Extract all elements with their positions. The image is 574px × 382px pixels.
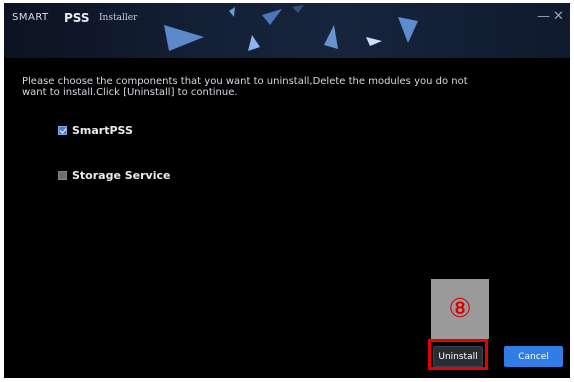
brand-installer: Installer (99, 13, 138, 23)
decor-triangle (262, 9, 282, 25)
instructions-text: Please choose the components that you wa… (22, 76, 468, 98)
close-icon[interactable]: ✕ (553, 9, 564, 24)
checkbox-unchecked-icon[interactable] (58, 170, 67, 180)
component-storage-service[interactable]: Storage Service (58, 168, 170, 182)
title-bar[interactable]: SMART PSS Installer — ✕ (4, 3, 570, 58)
checkbox-checked-icon[interactable] (58, 125, 67, 135)
step-marker: ⑧ (448, 294, 472, 324)
decor-triangle (366, 37, 382, 46)
uninstall-highlight-box (428, 339, 488, 370)
decor-triangle (229, 7, 235, 17)
component-label: SmartPSS (72, 123, 133, 137)
brand-smart: SMART (12, 12, 49, 23)
step-callout: ⑧ (431, 279, 489, 339)
brand-pss: PSS (64, 11, 90, 25)
decor-triangle (248, 35, 260, 51)
decor-triangle (398, 17, 418, 43)
installer-window: SMART PSS Installer — ✕ Please choose th… (4, 3, 570, 378)
cancel-button[interactable]: Cancel (504, 346, 563, 367)
decor-triangle (164, 25, 204, 51)
decor-triangle (324, 25, 338, 49)
component-smartpss[interactable]: SmartPSS (58, 123, 133, 137)
minimize-icon[interactable]: — (537, 9, 550, 24)
decor-triangle (292, 5, 304, 13)
component-label: Storage Service (72, 168, 171, 182)
